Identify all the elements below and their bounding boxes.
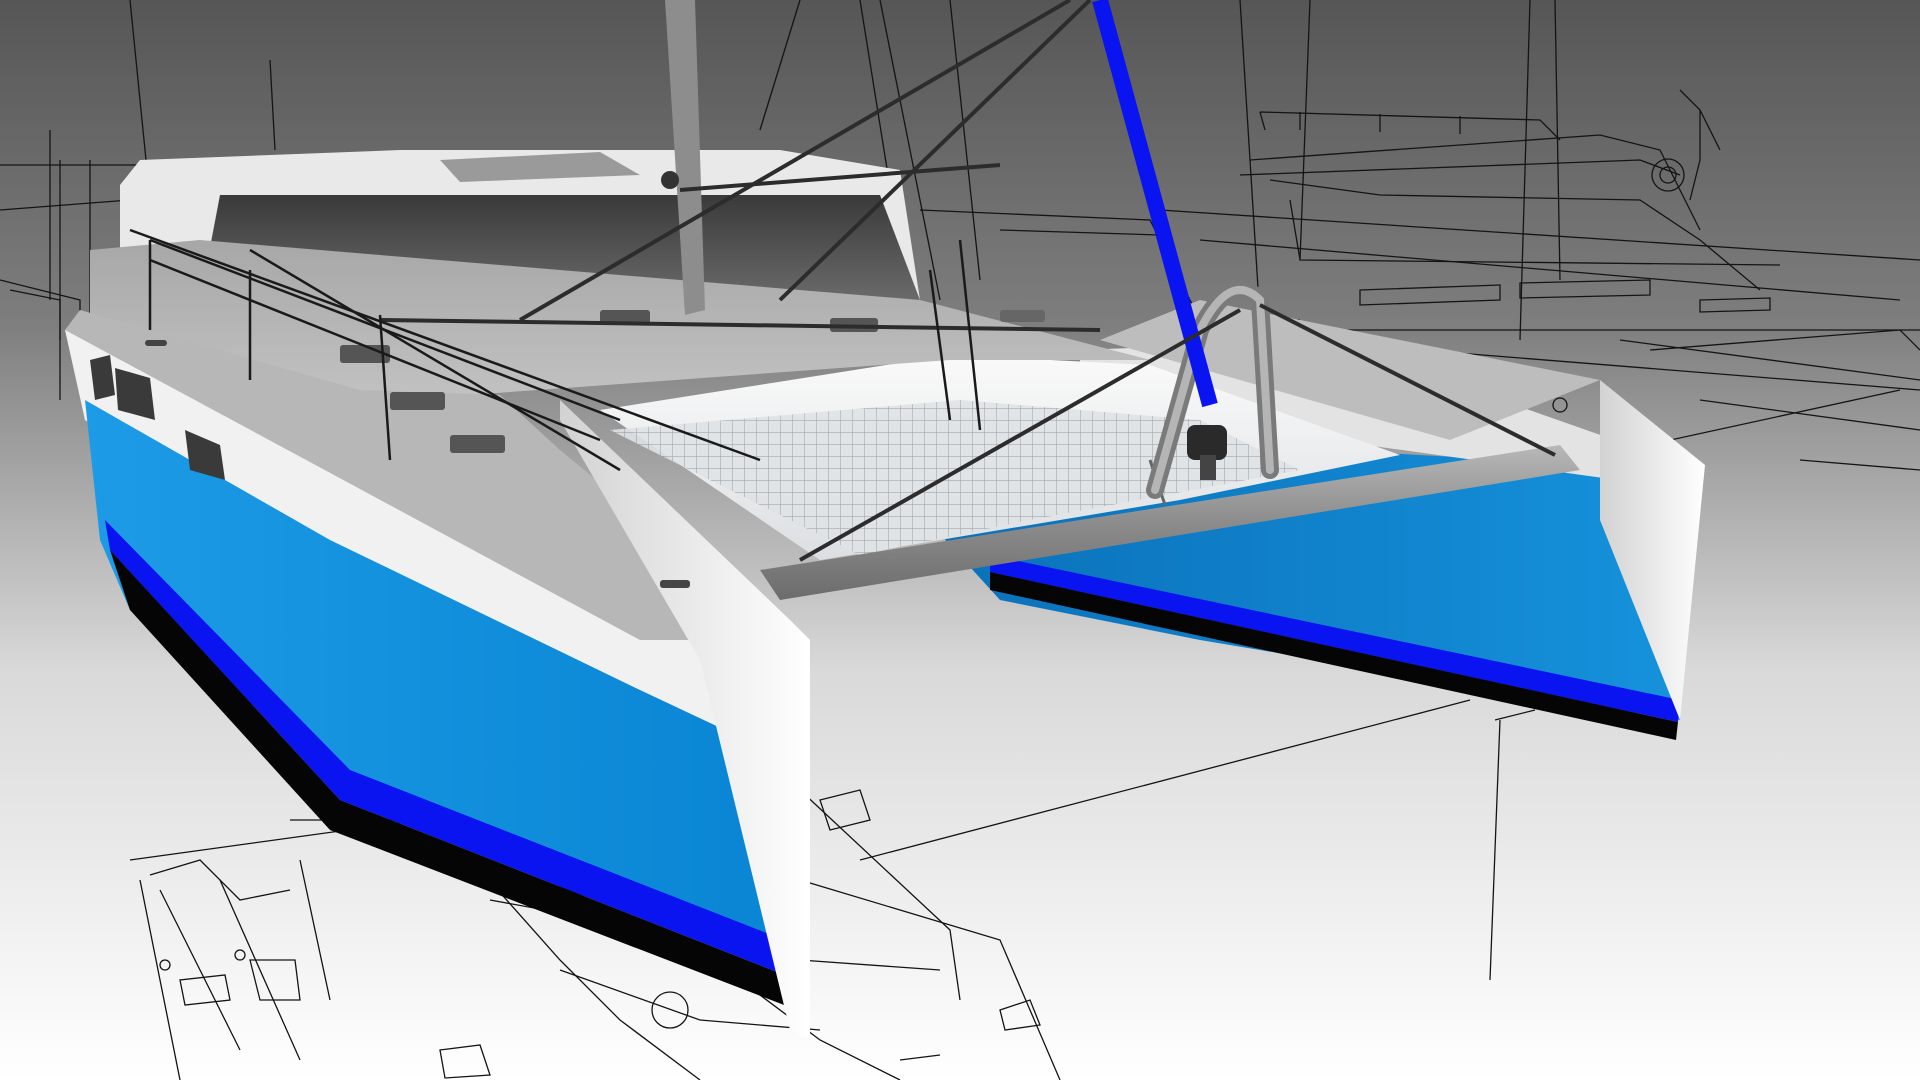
render-canvas <box>0 0 1920 1080</box>
